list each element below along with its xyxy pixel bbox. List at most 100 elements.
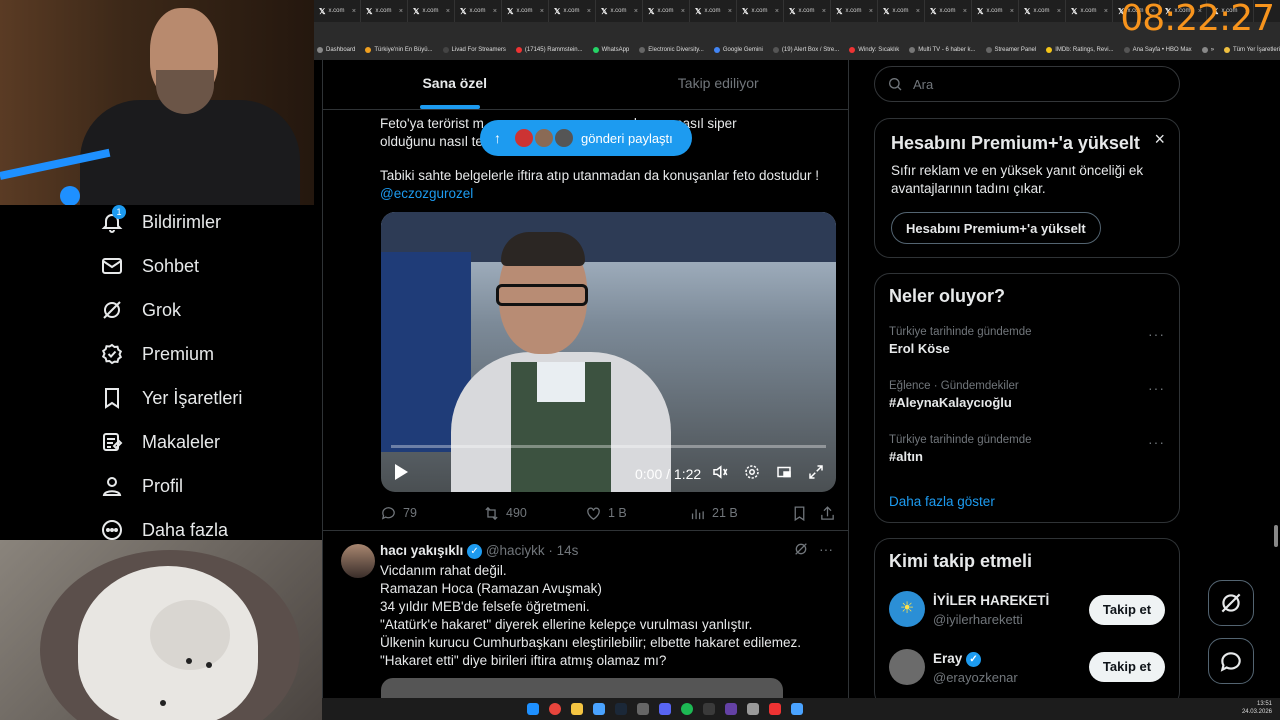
- nav-notifications[interactable]: 1 Bildirimler: [100, 205, 221, 234]
- video-progress-bar[interactable]: [391, 445, 826, 448]
- close-icon[interactable]: ×: [1154, 129, 1165, 150]
- browser-tab[interactable]: 𝕏x.com ×: [925, 0, 972, 22]
- tab-close-icon[interactable]: ×: [869, 8, 873, 15]
- scrollbar[interactable]: [1274, 525, 1278, 547]
- bookmark-item[interactable]: (19) Alert Box / Stre...: [772, 47, 839, 53]
- browser-tab[interactable]: 𝕏x.com ×: [878, 0, 925, 22]
- discord-icon[interactable]: [659, 703, 671, 715]
- search-input[interactable]: Ara: [874, 66, 1180, 102]
- browser-tab[interactable]: 𝕏x.com ×: [1019, 0, 1066, 22]
- app-icon[interactable]: [637, 703, 649, 715]
- tab-for-you[interactable]: Sana özel: [323, 60, 587, 109]
- bookmark-item[interactable]: Windy: Sıcaklık: [849, 47, 899, 53]
- tab-close-icon[interactable]: ×: [1057, 8, 1061, 15]
- fullscreen-icon[interactable]: [807, 463, 825, 484]
- bookmark-item[interactable]: Streamer Panel: [985, 47, 1036, 53]
- bookmark-item[interactable]: Dashboard: [317, 47, 355, 53]
- tab-close-icon[interactable]: ×: [540, 8, 544, 15]
- browser-tab[interactable]: 𝕏x.com ×: [455, 0, 502, 22]
- nav-articles[interactable]: Makaleler: [100, 430, 220, 454]
- browser-tab[interactable]: 𝕏x.com ×: [314, 0, 361, 22]
- bookmark-item[interactable]: Ana Sayfa • HBO Max: [1123, 47, 1192, 53]
- volume-icon[interactable]: [711, 463, 729, 484]
- follow-button[interactable]: Takip et: [1089, 595, 1165, 625]
- trend-item[interactable]: Türkiye tarihinde gündemde Erol Köse: [889, 326, 1032, 356]
- browser-tab[interactable]: 𝕏x.com ×: [784, 0, 831, 22]
- show-more-link[interactable]: Daha fazla göster: [889, 494, 995, 509]
- browser-tab[interactable]: 𝕏x.com ×: [643, 0, 690, 22]
- avatar[interactable]: ☀: [889, 591, 925, 627]
- play-icon[interactable]: [393, 463, 409, 484]
- nav-more[interactable]: Daha fazla: [100, 518, 228, 542]
- folder-icon[interactable]: [571, 703, 583, 715]
- chrome-icon[interactable]: [549, 703, 561, 715]
- mention-link[interactable]: @eczozgurozel: [380, 185, 473, 203]
- author-handle[interactable]: @haciykk: [486, 543, 545, 558]
- system-tray-clock[interactable]: 13:51 24.03.2026: [1242, 700, 1272, 716]
- author-name[interactable]: hacı yakışıklı: [380, 543, 463, 558]
- bookmark-item[interactable]: IMDb: Ratings, Revi...: [1046, 47, 1114, 53]
- settings-gear-icon[interactable]: [743, 463, 761, 484]
- tab-close-icon[interactable]: ×: [587, 8, 591, 15]
- tab-close-icon[interactable]: ×: [963, 8, 967, 15]
- app-icon[interactable]: [725, 703, 737, 715]
- trend-more-icon[interactable]: ···: [1148, 434, 1165, 450]
- trend-more-icon[interactable]: ···: [1148, 326, 1165, 342]
- tab-close-icon[interactable]: ×: [399, 8, 403, 15]
- app-icon[interactable]: [769, 703, 781, 715]
- grok-post-icon[interactable]: [793, 541, 809, 562]
- browser-tab[interactable]: 𝕏x.com ×: [972, 0, 1019, 22]
- app-icon[interactable]: [791, 703, 803, 715]
- bookmark-item[interactable]: Tüm Yer İşaretleri: [1224, 47, 1280, 53]
- browser-tab[interactable]: 𝕏x.com ×: [690, 0, 737, 22]
- like-button[interactable]: 1 B: [585, 505, 627, 522]
- tab-following[interactable]: Takip ediliyor: [587, 60, 849, 109]
- nav-messages[interactable]: Sohbet: [100, 254, 199, 278]
- bookmark-item[interactable]: Google Gemini: [713, 47, 763, 53]
- avatar[interactable]: [341, 544, 375, 578]
- tab-close-icon[interactable]: ×: [446, 8, 450, 15]
- tab-close-icon[interactable]: ×: [916, 8, 920, 15]
- video-player[interactable]: 0:00 / 1:22: [381, 212, 836, 492]
- follow-name-row[interactable]: Eray ✓: [933, 651, 982, 667]
- bookmark-item[interactable]: Türkiye'nin En Büyü...: [365, 47, 433, 53]
- post-more-icon[interactable]: ···: [819, 541, 833, 557]
- browser-tab[interactable]: 𝕏x.com ×: [737, 0, 784, 22]
- new-posts-pill[interactable]: ↑ gönderi paylaştı: [480, 120, 692, 156]
- browser-tab[interactable]: 𝕏x.com ×: [549, 0, 596, 22]
- browser-tab[interactable]: 𝕏x.com ×: [596, 0, 643, 22]
- nav-grok[interactable]: Grok: [100, 298, 181, 322]
- tab-close-icon[interactable]: ×: [634, 8, 638, 15]
- picture-in-picture-icon[interactable]: [775, 463, 793, 484]
- windows-start-icon[interactable]: [527, 703, 539, 715]
- bookmark-item[interactable]: Livad For Streamers: [442, 47, 506, 53]
- reply-button[interactable]: 79: [380, 505, 417, 522]
- nav-profile[interactable]: Profil: [100, 474, 183, 498]
- tab-close-icon[interactable]: ×: [352, 8, 356, 15]
- tab-close-icon[interactable]: ×: [1010, 8, 1014, 15]
- browser-tab[interactable]: 𝕏x.com ×: [408, 0, 455, 22]
- tab-close-icon[interactable]: ×: [1104, 8, 1108, 15]
- trend-more-icon[interactable]: ···: [1148, 380, 1165, 396]
- tab-close-icon[interactable]: ×: [775, 8, 779, 15]
- follow-name[interactable]: İYİLER HAREKETİ: [933, 593, 1049, 608]
- bookmark-item[interactable]: Electronic Diversity...: [639, 47, 704, 53]
- trend-item[interactable]: Eğlence · Gündemdekiler #AleynaKalaycıoğ…: [889, 380, 1019, 410]
- repost-button[interactable]: 490: [483, 505, 527, 522]
- nav-premium[interactable]: Premium: [100, 342, 214, 366]
- grok-fab[interactable]: [1208, 580, 1254, 626]
- bookmark-item[interactable]: Multi TV - 6 haber k...: [909, 47, 976, 53]
- browser-tab[interactable]: 𝕏x.com ×: [1066, 0, 1113, 22]
- app-icon[interactable]: [703, 703, 715, 715]
- follow-button[interactable]: Takip et: [1089, 652, 1165, 682]
- messages-fab[interactable]: [1208, 638, 1254, 684]
- browser-tab[interactable]: 𝕏x.com ×: [361, 0, 408, 22]
- avatar[interactable]: [889, 649, 925, 685]
- bookmark-post-button[interactable]: [791, 505, 808, 522]
- tab-close-icon[interactable]: ×: [681, 8, 685, 15]
- browser-tab[interactable]: 𝕏x.com ×: [502, 0, 549, 22]
- app-icon[interactable]: [593, 703, 605, 715]
- app-icon[interactable]: [747, 703, 759, 715]
- tab-close-icon[interactable]: ×: [822, 8, 826, 15]
- bookmark-item[interactable]: »: [1201, 47, 1214, 53]
